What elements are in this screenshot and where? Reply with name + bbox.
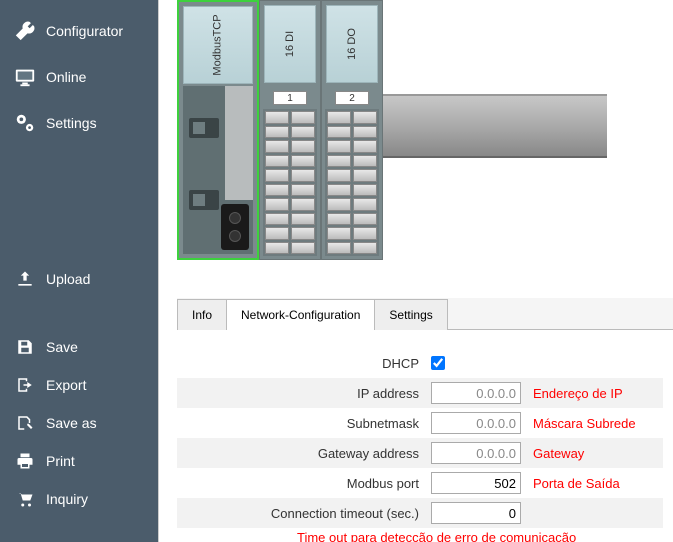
- sidebar-item-configurator[interactable]: Configurator: [0, 8, 158, 54]
- sidebar-item-upload[interactable]: Upload: [0, 256, 158, 302]
- module-16di[interactable]: 16 DI 1: [259, 0, 321, 260]
- gateway-input[interactable]: [431, 442, 521, 464]
- sidebar-item-label: Inquiry: [46, 491, 88, 507]
- export-icon: [14, 374, 36, 396]
- ethernet-port-icon: [189, 118, 219, 138]
- slot-number: 1: [273, 91, 307, 105]
- port-label: Modbus port: [177, 476, 431, 491]
- subnet-annotation: Máscara Subrede: [533, 416, 636, 431]
- sidebar-item-label: Online: [46, 69, 86, 85]
- row-gateway: Gateway address Gateway: [177, 438, 663, 468]
- sidebar-item-label: Export: [46, 377, 86, 393]
- module-cpu-modbustcp[interactable]: ModbusTCP: [177, 0, 259, 260]
- subnet-label: Subnetmask: [177, 416, 431, 431]
- save-as-icon: [14, 412, 36, 434]
- ip-label: IP address: [177, 386, 431, 401]
- tab-network-configuration[interactable]: Network-Configuration: [226, 299, 375, 330]
- io-terminals: [263, 109, 317, 256]
- device-view: ModbusTCP 16 DI 1: [158, 0, 673, 292]
- slot-number: 2: [335, 91, 369, 105]
- sidebar-item-label: Print: [46, 453, 75, 469]
- sidebar-item-label: Save as: [46, 415, 97, 431]
- module-header: ModbusTCP: [183, 6, 253, 84]
- gears-icon: [14, 112, 36, 134]
- gateway-label: Gateway address: [177, 446, 431, 461]
- sidebar-item-save[interactable]: Save: [0, 328, 158, 366]
- main: ModbusTCP 16 DI 1: [158, 0, 673, 542]
- tab-bar: Info Network-Configuration Settings: [177, 298, 673, 330]
- row-subnet: Subnetmask Máscara Subrede: [177, 408, 663, 438]
- sidebar-item-label: Configurator: [46, 23, 123, 39]
- sidebar-item-label: Save: [46, 339, 78, 355]
- sidebar: Configurator Online Settings Upload Save…: [0, 0, 158, 542]
- cart-icon: [14, 488, 36, 510]
- sidebar-item-online[interactable]: Online: [0, 54, 158, 100]
- timeout-annotation: Time out para detecção de erro de comuni…: [177, 530, 663, 542]
- monitor-icon: [14, 66, 36, 88]
- sidebar-item-export[interactable]: Export: [0, 366, 158, 404]
- gateway-annotation: Gateway: [533, 446, 584, 461]
- sidebar-item-print[interactable]: Print: [0, 442, 158, 480]
- module-header: 16 DI: [264, 5, 316, 83]
- dhcp-label: DHCP: [177, 356, 431, 371]
- power-connector-icon: [221, 204, 249, 250]
- network-form: DHCP IP address Endereço de IP Subnetmas…: [177, 348, 673, 542]
- row-port: Modbus port Porta de Saída: [177, 468, 663, 498]
- module-label: ModbusTCP: [212, 14, 224, 75]
- upload-icon: [14, 268, 36, 290]
- port-input[interactable]: [431, 472, 521, 494]
- subnet-input[interactable]: [431, 412, 521, 434]
- sidebar-item-save-as[interactable]: Save as: [0, 404, 158, 442]
- row-ip: IP address Endereço de IP: [177, 378, 663, 408]
- module-header: 16 DO: [326, 5, 378, 83]
- timeout-label: Connection timeout (sec.): [177, 506, 431, 521]
- module-16do[interactable]: 16 DO 2: [321, 0, 383, 260]
- sidebar-item-label: Upload: [46, 271, 90, 287]
- cpu-body: [183, 86, 253, 254]
- dhcp-checkbox[interactable]: [431, 356, 445, 370]
- cpu-panel: [225, 86, 253, 200]
- ethernet-port-icon: [189, 190, 219, 210]
- ip-input[interactable]: [431, 382, 521, 404]
- sidebar-item-label: Settings: [46, 115, 97, 131]
- wrench-icon: [14, 20, 36, 42]
- sidebar-item-settings[interactable]: Settings: [0, 100, 158, 146]
- sidebar-item-inquiry[interactable]: Inquiry: [0, 480, 158, 518]
- tab-settings[interactable]: Settings: [374, 299, 447, 330]
- module-label: 16 DI: [284, 31, 296, 57]
- config-panel: Info Network-Configuration Settings DHCP…: [158, 292, 673, 542]
- ip-annotation: Endereço de IP: [533, 386, 623, 401]
- io-terminals: [325, 109, 379, 256]
- timeout-input[interactable]: [431, 502, 521, 524]
- port-annotation: Porta de Saída: [533, 476, 620, 491]
- tab-info[interactable]: Info: [177, 299, 227, 330]
- module-label: 16 DO: [346, 28, 358, 60]
- row-dhcp: DHCP: [177, 348, 663, 378]
- save-icon: [14, 336, 36, 358]
- print-icon: [14, 450, 36, 472]
- row-timeout: Connection timeout (sec.): [177, 498, 663, 528]
